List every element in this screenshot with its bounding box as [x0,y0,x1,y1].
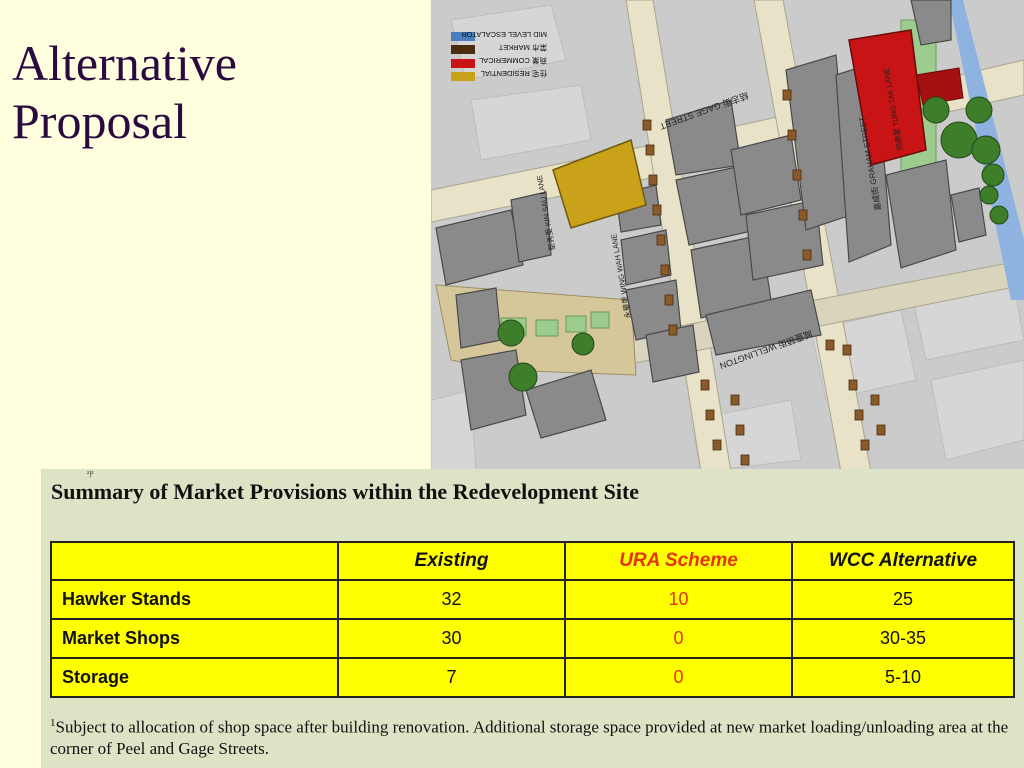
cell-existing: 30 [337,618,566,659]
table-row: Market Shops 30 0 30-35 [50,618,1015,659]
site-plan-map: MID LEVEL ESCALATOR 菜市 MARKET 商業 COMMERI… [431,0,1024,472]
title-line-2: Proposal [12,93,187,149]
cell-existing: 32 [337,579,566,620]
header-wcc-alternative: WCC Alternative [791,541,1015,581]
cell-ura: 0 [564,657,793,698]
cell-existing: 7 [337,657,566,698]
legend-commercial: 商業 COMMERICAL [479,56,547,66]
legend-residential: 住宅 RESIDENTIAL [481,69,547,79]
row-label: Market Shops [50,618,339,659]
legend-market: 菜市 MARKET [498,43,547,53]
cell-wcc: 30-35 [791,618,1015,659]
cell-wcc: 25 [791,579,1015,620]
provisions-table: Existing URA Scheme WCC Alternative Hawk… [50,541,1015,698]
footnote-text: Subject to allocation of shop space afte… [50,717,1009,758]
row-label: Storage [50,657,339,698]
row-label: Hawker Stands [50,579,339,620]
cell-ura: 0 [564,618,793,659]
footnote: 1Subject to allocation of shop space aft… [50,713,1010,759]
header-existing: Existing [337,541,566,581]
summary-heading: Summary of Market Provisions within the … [51,479,640,504]
header-empty [50,541,339,581]
table-row: Hawker Stands 32 10 25 [50,579,1015,620]
market-summary-panel: ²|² Summary of Market Provisions within … [41,469,1024,768]
title-line-1: Alternative [12,35,237,91]
header-ura-scheme: URA Scheme [564,541,793,581]
panel-marker: ²|² [87,471,94,478]
legend-escalator: MID LEVEL ESCALATOR [461,30,547,39]
table-header-row: Existing URA Scheme WCC Alternative [50,541,1015,581]
slide-title: Alternative Proposal [12,34,422,150]
cell-wcc: 5-10 [791,657,1015,698]
cell-ura: 10 [564,579,793,620]
table-row: Storage 7 0 5-10 [50,657,1015,698]
